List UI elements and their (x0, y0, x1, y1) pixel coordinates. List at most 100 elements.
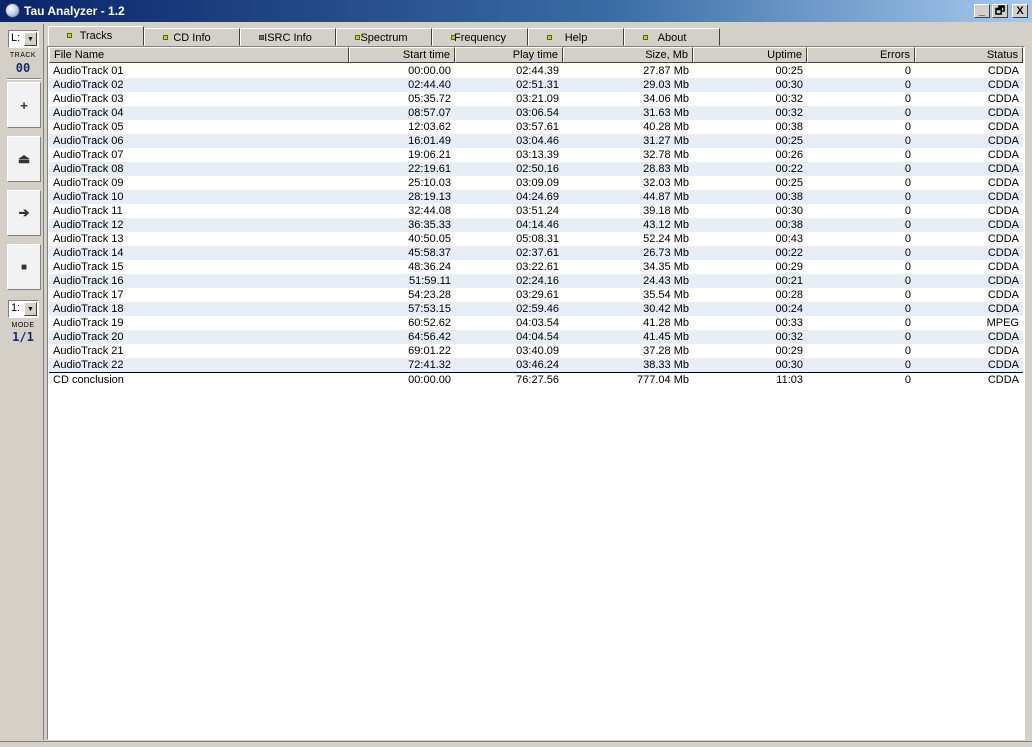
table-row[interactable]: AudioTrack 10 28:19.13 04:24.69 44.87 Mb 00:… (49, 190, 1023, 204)
play-time-cell: 76:27.56 (516, 374, 559, 386)
tab-about[interactable]: About (624, 28, 720, 46)
title-bar[interactable]: Tau Analyzer - 1.2 _ 🗗 X (0, 0, 1032, 22)
file-name-cell: AudioTrack 07 (53, 149, 124, 161)
table-row[interactable]: AudioTrack 18 57:53.15 02:59.46 30.42 Mb 00:… (49, 302, 1023, 316)
file-name-cell: AudioTrack 14 (53, 247, 124, 259)
tab-spectrum[interactable]: Spectrum (336, 28, 432, 46)
tab-strip: Tracks CD Info ISRC Info Spectrum Freque… (48, 26, 720, 46)
file-name-cell: AudioTrack 15 (53, 261, 124, 273)
column-header-uptime[interactable]: Uptime (693, 47, 807, 63)
table-row[interactable]: AudioTrack 11 32:44.08 03:51.24 39.18 Mb 00:… (49, 204, 1023, 218)
column-header-errors[interactable]: Errors (807, 47, 915, 63)
table-row[interactable]: AudioTrack 12 36:35.33 04:14.46 43.12 Mb 00:… (49, 218, 1023, 232)
column-header-status[interactable]: Status (915, 47, 1023, 63)
window-controls: _ 🗗 X (974, 4, 1028, 18)
file-name-cell: AudioTrack 08 (53, 163, 124, 175)
minimize-button[interactable]: _ (974, 4, 990, 18)
errors-cell: 0 (904, 289, 911, 301)
file-name-cell: AudioTrack 13 (53, 233, 124, 245)
chevron-down-icon[interactable]: ▼ (24, 32, 37, 46)
table-row[interactable]: AudioTrack 20 64:56.42 04:04.54 41.45 Mb 00:… (49, 330, 1023, 344)
play-time-cell: 03:13.39 (516, 149, 559, 161)
drive-select[interactable]: L: ▼ (8, 30, 39, 48)
column-header-file-name[interactable]: File Name (49, 47, 349, 63)
tab-help[interactable]: Help (528, 28, 624, 46)
tab-tracks[interactable]: Tracks (48, 26, 144, 46)
file-name-cell: AudioTrack 21 (53, 345, 124, 357)
mode-select[interactable]: 1: ▼ (8, 300, 39, 318)
table-row[interactable]: AudioTrack 06 16:01.49 03:04.46 31.27 Mb 00:… (49, 134, 1023, 148)
file-name-cell: AudioTrack 05 (53, 121, 124, 133)
table-row[interactable]: AudioTrack 16 51:59.11 02:24.16 24.43 Mb 00:… (49, 274, 1023, 288)
start-time-cell: 02:44.40 (408, 79, 451, 91)
play-time-cell: 03:46.24 (516, 359, 559, 371)
status-cell: CDDA (987, 163, 1019, 175)
errors-cell: 0 (904, 191, 911, 203)
table-row[interactable]: AudioTrack 05 12:03.62 03:57.61 40.28 Mb 00:… (49, 120, 1023, 134)
table-row[interactable]: AudioTrack 09 25:10.03 03:09.09 32.03 Mb 00:… (49, 176, 1023, 190)
play-button[interactable]: ➔ (7, 190, 41, 236)
table-row[interactable]: AudioTrack 15 48:36.24 03:22.61 34.35 Mb 00:… (49, 260, 1023, 274)
file-name-cell: CD conclusion (53, 374, 124, 386)
app-disc-icon[interactable] (5, 3, 20, 18)
status-cell: CDDA (987, 374, 1019, 386)
mode-caption: MODE (11, 322, 35, 329)
table-row[interactable]: AudioTrack 21 69:01.22 03:40.09 37.28 Mb 00:… (49, 344, 1023, 358)
uptime-cell: 00:32 (775, 107, 803, 119)
table-row[interactable]: AudioTrack 04 08:57.07 03:06.54 31.63 Mb 00:… (49, 106, 1023, 120)
uptime-cell: 00:28 (775, 289, 803, 301)
play-time-cell: 04:04.54 (516, 331, 559, 343)
restore-button[interactable]: 🗗 (992, 4, 1008, 18)
summary-row[interactable]: CD conclusion 00:00.00 76:27.56 777.04 Mb 11… (49, 372, 1023, 387)
close-button[interactable]: X (1012, 4, 1028, 18)
uptime-cell: 00:38 (775, 191, 803, 203)
tab-cd-info[interactable]: CD Info (144, 28, 240, 46)
errors-cell: 0 (904, 107, 911, 119)
track-counter: 00 (15, 61, 31, 75)
mode-value: 1/1 (12, 330, 34, 344)
file-name-cell: AudioTrack 04 (53, 107, 124, 119)
play-time-cell: 02:37.61 (516, 247, 559, 259)
column-header-start-time[interactable]: Start time (349, 47, 455, 63)
size-cell: 44.87 Mb (643, 191, 689, 203)
table-row[interactable]: AudioTrack 02 02:44.40 02:51.31 29.03 Mb 00:… (49, 78, 1023, 92)
table-row[interactable]: AudioTrack 22 72:41.32 03:46.24 38.33 Mb 00:… (49, 358, 1023, 372)
table-row[interactable]: AudioTrack 14 45:58.37 02:37.61 26.73 Mb 00:… (49, 246, 1023, 260)
tab-frequency[interactable]: Frequency (432, 28, 528, 46)
status-cell: CDDA (987, 289, 1019, 301)
tab-label: ISRC Info (264, 32, 312, 44)
size-cell: 37.28 Mb (643, 345, 689, 357)
play-time-cell: 04:14.46 (516, 219, 559, 231)
table-row[interactable]: AudioTrack 08 22:19.61 02:50.16 28.83 Mb 00:… (49, 162, 1023, 176)
track-caption: TRACK (9, 52, 37, 59)
table-row[interactable]: AudioTrack 03 05:35.72 03:21.09 34.06 Mb 00:… (49, 92, 1023, 106)
table-row[interactable]: AudioTrack 19 60:52.62 04:03.54 41.28 Mb 00:… (49, 316, 1023, 330)
file-name-cell: AudioTrack 10 (53, 191, 124, 203)
column-header-size[interactable]: Size, Mb (563, 47, 693, 63)
track-list[interactable]: File Name Start time Play time Size, Mb … (47, 46, 1025, 740)
start-time-cell: 45:58.37 (408, 247, 451, 259)
play-time-cell: 03:57.61 (516, 121, 559, 133)
file-name-cell: AudioTrack 02 (53, 79, 124, 91)
uptime-cell: 00:32 (775, 93, 803, 105)
eject-button[interactable]: ⏏ (7, 136, 41, 182)
chevron-down-icon[interactable]: ▼ (24, 302, 37, 316)
uptime-cell: 00:22 (775, 247, 803, 259)
table-row[interactable]: AudioTrack 07 19:06.21 03:13.39 32.78 Mb 00:… (49, 148, 1023, 162)
table-row[interactable]: AudioTrack 13 40:50.05 05:08.31 52.24 Mb 00:… (49, 232, 1023, 246)
add-button[interactable]: + (7, 82, 41, 128)
play-time-cell: 02:51.31 (516, 79, 559, 91)
uptime-cell: 11:03 (776, 374, 803, 386)
tab-isrc-info[interactable]: ISRC Info (240, 28, 336, 46)
stop-button[interactable]: ■ (7, 244, 41, 290)
file-name-cell: AudioTrack 06 (53, 135, 124, 147)
size-cell: 29.03 Mb (643, 79, 689, 91)
table-row[interactable]: AudioTrack 01 00:00.00 02:44.39 27.87 Mb 00:… (49, 64, 1023, 78)
status-bar (0, 741, 1032, 747)
file-name-cell: AudioTrack 16 (53, 275, 124, 287)
status-cell: CDDA (987, 107, 1019, 119)
column-header-play-time[interactable]: Play time (455, 47, 563, 63)
status-cell: CDDA (987, 275, 1019, 287)
divider (7, 78, 41, 80)
table-row[interactable]: AudioTrack 17 54:23.28 03:29.61 35.54 Mb 00:… (49, 288, 1023, 302)
